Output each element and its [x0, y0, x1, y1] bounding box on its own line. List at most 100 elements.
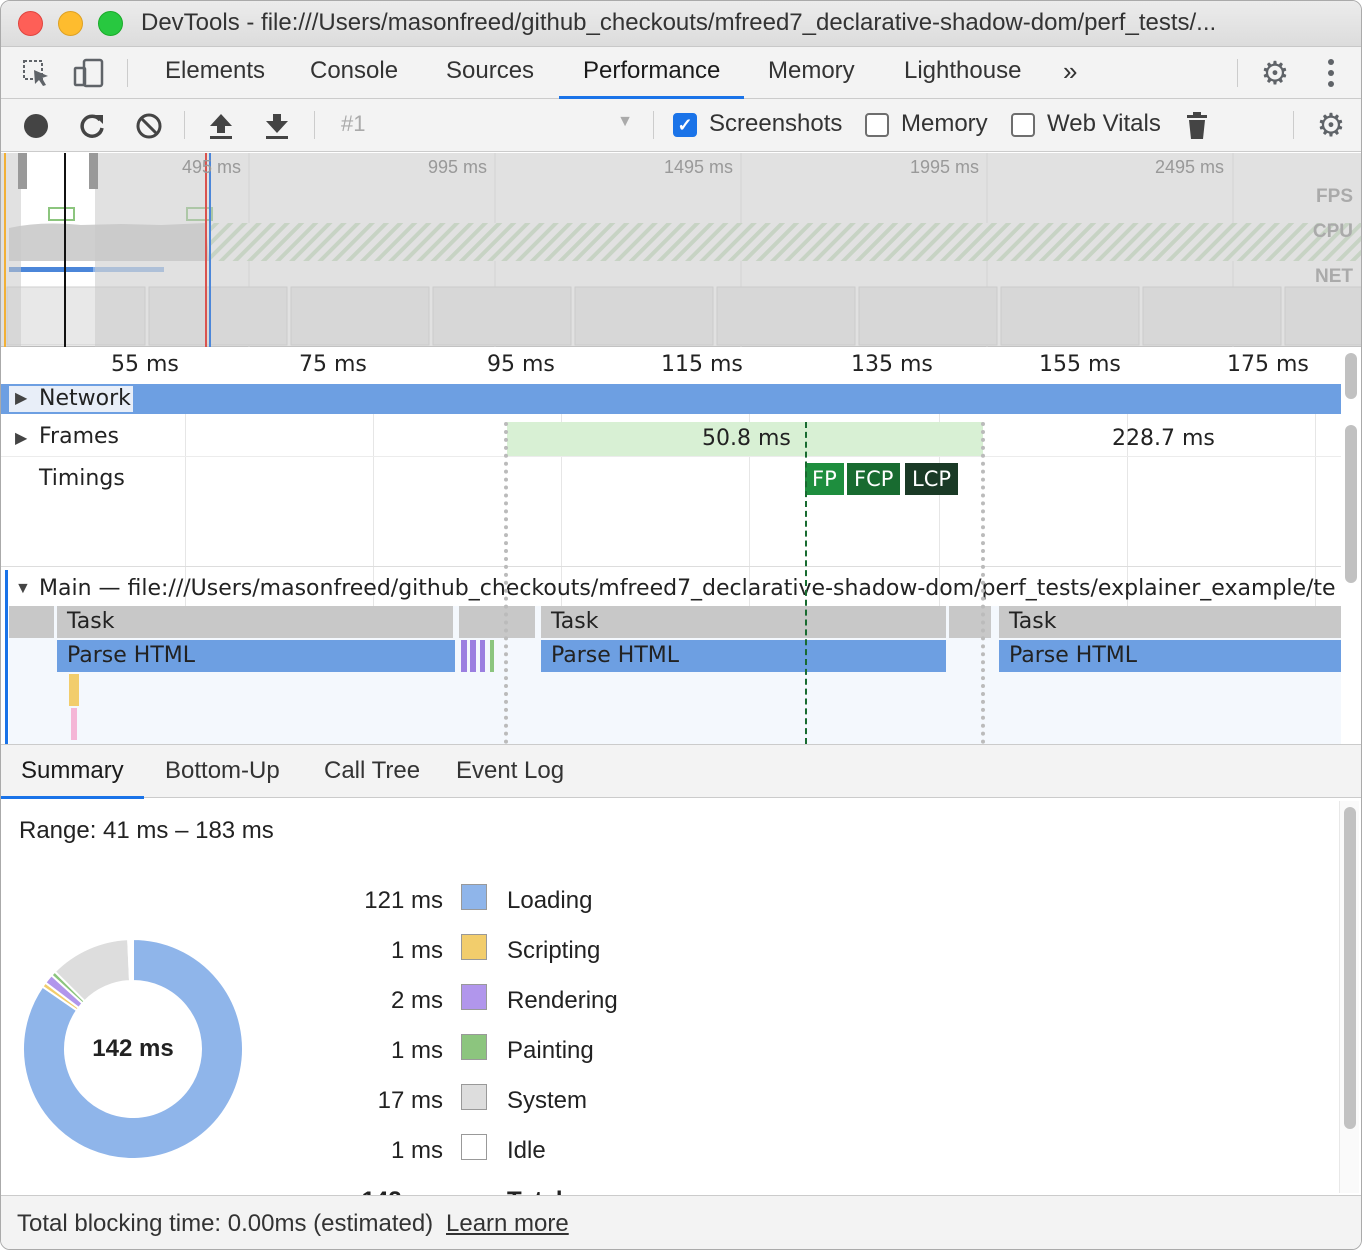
- scripting-bar[interactable]: [71, 708, 77, 740]
- parse-html-bar[interactable]: Parse HTML: [57, 640, 455, 672]
- scripting-bar[interactable]: [69, 674, 79, 706]
- web-vitals-checkbox[interactable]: [1011, 113, 1035, 137]
- legend-swatch: [461, 934, 487, 960]
- task-bar[interactable]: [459, 606, 535, 638]
- fp-marker[interactable]: FP: [805, 463, 844, 495]
- device-toolbar-icon[interactable]: [71, 57, 107, 89]
- tab-performance[interactable]: Performance: [559, 47, 745, 99]
- legend-name: Scripting: [507, 937, 601, 964]
- inspect-element-icon[interactable]: [19, 57, 53, 89]
- legend-row-scripting: 1 ms Scripting: [301, 931, 701, 971]
- parse-html-bar[interactable]: Parse HTML: [999, 640, 1341, 672]
- close-window-button[interactable]: [18, 11, 43, 36]
- learn-more-link[interactable]: Learn more: [446, 1210, 569, 1238]
- task-bar[interactable]: Task: [999, 606, 1341, 638]
- total-blocking-time: Total blocking time: 0.00ms (estimated): [17, 1210, 434, 1237]
- rendering-bar[interactable]: [470, 640, 476, 672]
- zoom-window-button[interactable]: [98, 11, 123, 36]
- ruler-tick: 115 ms: [661, 352, 743, 377]
- legend-swatch: [461, 884, 487, 910]
- more-options-icon[interactable]: [1317, 55, 1345, 91]
- expand-triangle-icon[interactable]: ▶: [15, 388, 27, 408]
- rendering-bar[interactable]: [480, 640, 485, 672]
- overview-tick: 995 ms: [428, 157, 488, 177]
- reload-record-icon[interactable]: [76, 110, 108, 142]
- ruler-tick: 95 ms: [487, 352, 555, 377]
- legend-value: 1 ms: [390, 937, 443, 964]
- ruler-tick: 55 ms: [111, 352, 179, 377]
- tab-lighthouse[interactable]: Lighthouse: [904, 47, 1021, 99]
- summary-panel: Range: 41 ms – 183 ms 142 ms 121 ms Load…: [1, 799, 1341, 1195]
- minimize-window-button[interactable]: [58, 11, 83, 36]
- settings-gear-icon[interactable]: ⚙: [1257, 55, 1293, 91]
- load-profile-upload-icon[interactable]: [205, 110, 237, 142]
- legend-swatch: [461, 1134, 487, 1160]
- legend-row-loading: 121 ms Loading: [301, 881, 701, 921]
- task-bar[interactable]: Task: [57, 606, 453, 638]
- tab-call-tree[interactable]: Call Tree: [324, 745, 420, 799]
- record-icon[interactable]: [21, 111, 51, 141]
- lcp-marker[interactable]: LCP: [905, 463, 959, 495]
- legend-value: 17 ms: [377, 1087, 443, 1114]
- details-tab-bar: Summary Bottom-Up Call Tree Event Log: [1, 744, 1361, 799]
- capture-settings-gear-icon[interactable]: ⚙: [1313, 107, 1349, 143]
- legend-row-painting: 1 ms Painting: [301, 1031, 701, 1071]
- tab-summary[interactable]: Summary: [1, 745, 144, 799]
- tab-event-log[interactable]: Event Log: [456, 745, 564, 799]
- painting-bar[interactable]: [490, 640, 494, 672]
- legend-value: 1 ms: [390, 1137, 443, 1164]
- title-bar: DevTools - file:///Users/masonfreed/gith…: [1, 1, 1361, 47]
- panel-tab-bar: Elements Console Sources Performance Mem…: [1, 47, 1361, 99]
- parse-html-bar[interactable]: Parse HTML: [541, 640, 946, 672]
- frames-expand-triangle-icon[interactable]: ▶: [15, 428, 27, 448]
- timeline-ruler: 55 ms 75 ms 95 ms 115 ms 135 ms 155 ms 1…: [1, 348, 1341, 384]
- save-profile-download-icon[interactable]: [261, 110, 293, 142]
- ruler-tick: 135 ms: [851, 352, 933, 377]
- legend-total-value: 142 ms: [362, 1187, 443, 1195]
- ruler-tick: 175 ms: [1227, 352, 1309, 377]
- timeline-overview[interactable]: 495 ms 995 ms 1495 ms 1995 ms 2495 ms FP…: [1, 153, 1361, 347]
- overview-tick: 1495 ms: [664, 157, 734, 177]
- fcp-marker[interactable]: FCP: [847, 463, 901, 495]
- legend-row-system: 17 ms System: [301, 1081, 701, 1121]
- ruler-tick: 155 ms: [1039, 352, 1121, 377]
- tab-elements[interactable]: Elements: [165, 47, 265, 99]
- flame-chart[interactable]: ▶ Network ▶ Frames 50.8 ms 228.7 ms Timi…: [1, 384, 1341, 744]
- recording-select[interactable]: #1 ▼: [341, 111, 641, 139]
- legend-row-rendering: 2 ms Rendering: [301, 981, 701, 1021]
- legend-total-label: Total: [507, 1187, 563, 1195]
- tab-memory[interactable]: Memory: [768, 47, 855, 99]
- select-arrow-icon: ▼: [617, 113, 633, 130]
- legend-name: Loading: [507, 887, 593, 914]
- network-track-header[interactable]: ▶ Network: [9, 386, 133, 412]
- screenshots-checkbox[interactable]: ✓: [673, 113, 697, 137]
- rendering-bar[interactable]: [461, 640, 467, 672]
- web-vitals-label: Web Vitals: [1047, 110, 1161, 137]
- summary-scrollbar-thumb[interactable]: [1344, 807, 1356, 1129]
- trash-icon[interactable]: [1183, 111, 1211, 141]
- legend-row-idle: 1 ms Idle: [301, 1131, 701, 1171]
- task-bar[interactable]: [9, 606, 54, 638]
- network-track[interactable]: [1, 384, 1341, 414]
- ruler-scrollbar[interactable]: [1345, 353, 1357, 399]
- pie-total: 142 ms: [92, 1035, 174, 1062]
- tab-bottom-up[interactable]: Bottom-Up: [165, 745, 280, 799]
- pie-slice-idle: [127, 937, 134, 983]
- flame-chart-scrollbar[interactable]: [1345, 425, 1357, 583]
- more-tabs-chevron-icon[interactable]: »: [1063, 47, 1077, 99]
- legend-swatch: [461, 1034, 487, 1060]
- legend-value: 2 ms: [390, 987, 443, 1014]
- task-bar[interactable]: Task: [541, 606, 946, 638]
- tab-console[interactable]: Console: [310, 47, 398, 99]
- range-label: Range: 41 ms – 183 ms: [19, 817, 274, 844]
- clear-icon[interactable]: [133, 110, 165, 142]
- frame-duration: 228.7 ms: [1112, 426, 1215, 451]
- legend-name: System: [507, 1087, 588, 1114]
- tab-sources[interactable]: Sources: [446, 47, 534, 99]
- overview-tick: 2495 ms: [1155, 157, 1225, 177]
- main-collapse-triangle-icon[interactable]: ▼: [15, 580, 31, 598]
- memory-checkbox[interactable]: [865, 113, 889, 137]
- summary-scrollbar-track[interactable]: [1339, 801, 1359, 1193]
- net-label: NET: [1315, 266, 1353, 287]
- frame-duration: 50.8 ms: [702, 426, 791, 451]
